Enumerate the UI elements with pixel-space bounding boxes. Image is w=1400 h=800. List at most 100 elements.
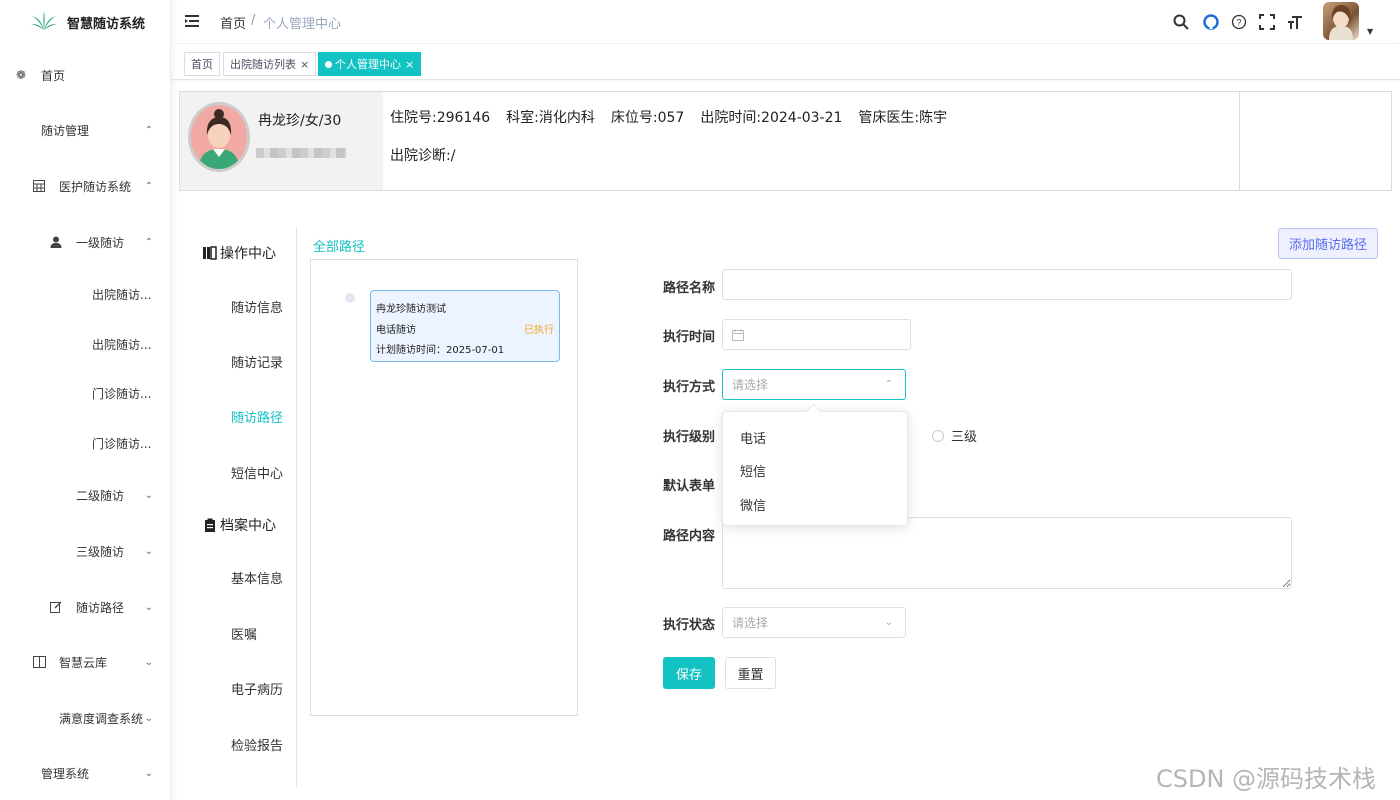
patient-name-info: 冉龙珍/女/30 — [258, 113, 342, 129]
sidebar-item-label: 一级随访 — [76, 235, 125, 250]
exec-time-picker[interactable] — [722, 319, 911, 350]
tag-home[interactable]: 首页 — [184, 52, 220, 76]
book-icon — [203, 246, 217, 260]
patient-avatar — [188, 102, 250, 172]
path-card-method: 电话随访 — [376, 325, 416, 336]
section-title: 档案中心 — [220, 518, 276, 534]
sidebar-item-smart-cloud[interactable]: 智慧云库 ⌄ — [0, 642, 171, 682]
breadcrumb-home[interactable]: 首页 — [220, 13, 246, 32]
save-button[interactable]: 保存 — [663, 657, 715, 689]
sidebar-item-followup-path[interactable]: 随访路径 ⌄ — [0, 587, 171, 627]
subnav-basic-info[interactable]: 基本信息 — [231, 568, 283, 587]
sidebar-item-label: 门诊随访... — [92, 386, 152, 401]
help-icon[interactable]: ? — [1229, 12, 1249, 32]
github-icon[interactable] — [1201, 12, 1221, 32]
sidebar-item-level2[interactable]: 二级随访 ⌄ — [0, 475, 171, 515]
chevron-down-icon: ⌄ — [144, 656, 153, 668]
operation-center-title: 操作中心 — [203, 243, 276, 263]
subnav-divider — [296, 227, 297, 787]
tag-personal-center[interactable]: 个人管理中心 × — [318, 52, 422, 76]
sidebar-item-management[interactable]: 管理系统 ⌄ — [0, 753, 171, 793]
user-icon — [49, 235, 63, 249]
tags-view: 首页 出院随访列表 × 个人管理中心 × — [171, 46, 1400, 80]
sidebar-item-home[interactable]: ❁ 首页 — [0, 55, 171, 95]
subnav-followup-record[interactable]: 随访记录 — [231, 352, 283, 371]
menu-fold-icon[interactable] — [184, 13, 200, 29]
path-card[interactable]: 冉龙珍随访测试 电话随访 已执行 计划随访时间：2025-07-01 — [370, 290, 560, 362]
table-icon — [32, 179, 46, 193]
edit-icon — [49, 600, 63, 614]
search-icon[interactable] — [1171, 12, 1191, 32]
subnav-lab-report[interactable]: 检验报告 — [231, 735, 283, 754]
sidebar-item-discharge-2[interactable]: 出院随访... — [0, 324, 171, 364]
close-icon[interactable]: × — [405, 58, 414, 71]
font-size-icon[interactable] — [1285, 12, 1305, 32]
select-placeholder: 请选择 — [732, 616, 769, 630]
sidebar-item-level1[interactable]: 一级随访 ⌃ — [0, 222, 171, 262]
sidebar-item-nursing-followup[interactable]: 医护随访系统 ⌃ — [0, 166, 171, 206]
fullscreen-icon[interactable] — [1257, 12, 1277, 32]
chevron-down-icon: ⌄ — [144, 712, 153, 724]
patient-details: 住院号:296146 科室:消化内科 床位号:057 出院时间:2024-03-21 管… — [390, 107, 963, 127]
sidebar-item-satisfaction[interactable]: 满意度调查系统 ⌄ — [0, 698, 171, 738]
timeline-dot-icon — [345, 293, 355, 303]
option-sms[interactable]: 短信 — [740, 461, 766, 480]
option-phone[interactable]: 电话 — [740, 428, 766, 447]
sidebar-item-label: 门诊随访... — [92, 436, 152, 451]
subnav-followup-info[interactable]: 随访信息 — [231, 297, 283, 316]
patient-card-extra — [1239, 92, 1391, 190]
option-wechat[interactable]: 微信 — [740, 495, 766, 514]
caret-down-icon[interactable]: ▼ — [1367, 27, 1373, 36]
subnav-followup-path[interactable]: 随访路径 — [231, 407, 283, 426]
all-paths-link[interactable]: 全部路径 — [313, 236, 365, 255]
sidebar-item-outpatient-1[interactable]: 门诊随访... — [0, 373, 171, 413]
path-name-label: 路径名称 — [663, 281, 716, 296]
subnav-sms-center[interactable]: 短信中心 — [231, 463, 283, 482]
radio-circle-icon — [932, 429, 944, 442]
sidebar-item-label: 随访路径 — [76, 600, 125, 615]
exec-method-label: 执行方式 — [663, 380, 716, 395]
sidebar-item-label: 医护随访系统 — [59, 179, 132, 194]
path-timeline: 冉龙珍随访测试 电话随访 已执行 计划随访时间：2025-07-01 — [310, 259, 578, 716]
discharge-diagnosis: 出院诊断:/ — [390, 148, 456, 164]
sidebar-item-outpatient-2[interactable]: 门诊随访... — [0, 423, 171, 463]
sidebar-item-label: 管理系统 — [41, 766, 90, 781]
close-icon[interactable]: × — [300, 58, 309, 71]
sidebar-item-label: 智慧云库 — [59, 655, 108, 670]
bed-number: 床位号:057 — [610, 110, 685, 126]
sidebar-item-label: 满意度调查系统 — [59, 711, 144, 726]
redacted-id — [256, 148, 346, 158]
subnav-emr[interactable]: 电子病历 — [231, 679, 283, 698]
user-avatar[interactable] — [1323, 2, 1359, 40]
add-path-button[interactable]: 添加随访路径 — [1278, 228, 1378, 259]
subnav-medical-orders[interactable]: 医嘱 — [231, 624, 257, 643]
active-dot-icon — [325, 60, 332, 68]
sidebar-item-label: 出院随访... — [92, 337, 152, 352]
tag-discharge-list[interactable]: 出院随访列表 × — [223, 52, 317, 76]
sidebar-item-level3[interactable]: 三级随访 ⌄ — [0, 531, 171, 571]
exec-level-label: 执行级别 — [663, 430, 716, 445]
department: 科室:消化内科 — [506, 110, 595, 126]
tag-label: 个人管理中心 — [335, 58, 401, 71]
select-placeholder: 请选择 — [732, 378, 769, 392]
sidebar-item-followup-mgmt[interactable]: 随访管理 ⌃ — [0, 110, 171, 150]
path-card-title: 冉龙珍随访测试 — [376, 304, 446, 315]
patient-card: 冉龙珍/女/30 住院号:296146 科室:消化内科 床位号:057 出院时间:20… — [179, 91, 1392, 191]
path-content-label: 路径内容 — [663, 529, 716, 544]
svg-text:?: ? — [1236, 18, 1241, 28]
path-card-plan-time: 计划随访时间：2025-07-01 — [376, 345, 505, 356]
level-3-radio[interactable]: 三级 — [932, 426, 977, 445]
top-navbar: 首页 / 个人管理中心 ? ▼ — [171, 0, 1400, 44]
sidebar-item-discharge-1[interactable]: 出院随访... — [0, 274, 171, 314]
dashboard-icon: ❁ — [15, 68, 27, 82]
breadcrumb-current: 个人管理中心 — [263, 17, 342, 32]
exec-status-select[interactable]: 请选择 ⌄ — [722, 607, 906, 638]
discharge-time: 出院时间:2024-03-21 — [700, 110, 843, 126]
exec-method-select[interactable]: 请选择 ⌃ — [722, 369, 906, 400]
path-name-input[interactable] — [722, 269, 1292, 300]
reset-button[interactable]: 重置 — [725, 657, 776, 689]
app-logo[interactable]: 智慧随访系统 — [0, 0, 171, 44]
tag-label: 出院随访列表 — [230, 58, 296, 71]
patient-summary: 冉龙珍/女/30 — [180, 92, 383, 190]
path-content-textarea[interactable] — [722, 517, 1292, 589]
